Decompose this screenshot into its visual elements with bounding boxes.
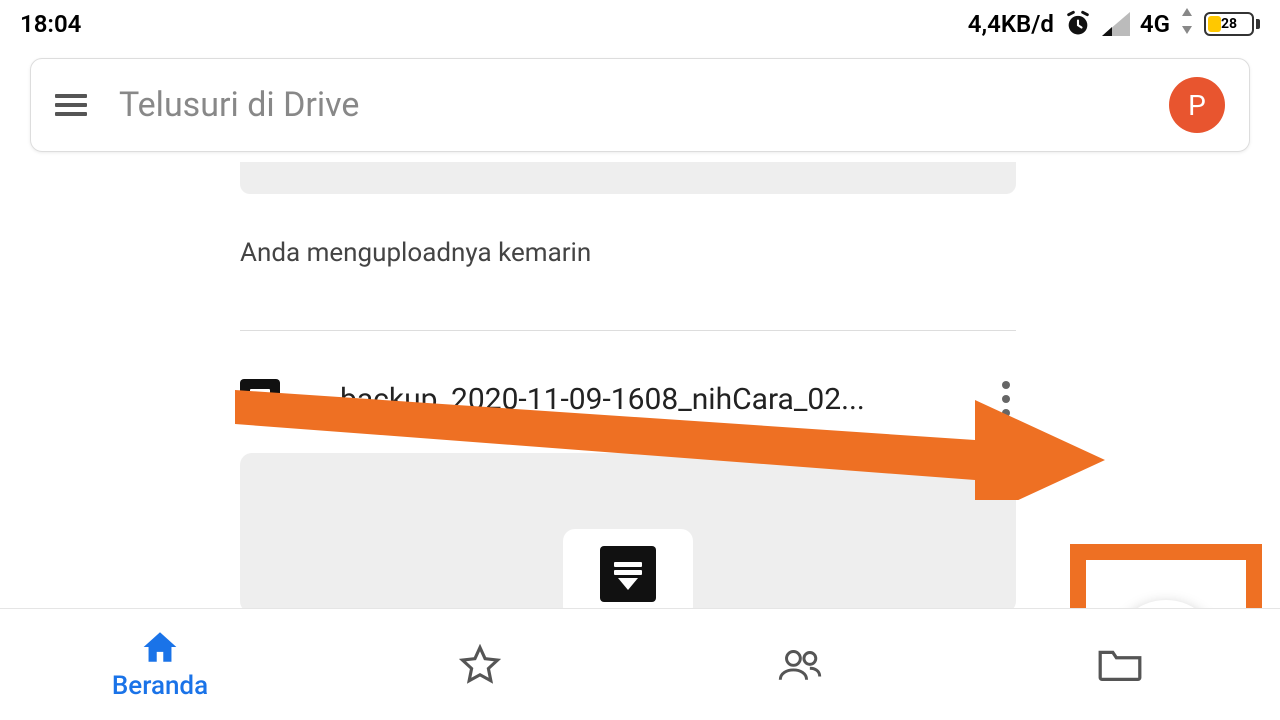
battery-indicator: 28 bbox=[1204, 12, 1260, 36]
file-type-icon bbox=[600, 546, 656, 602]
content-area: Anda menguploadnya kemarin backup_2020-1… bbox=[0, 162, 1280, 613]
home-icon bbox=[140, 629, 180, 665]
menu-icon[interactable] bbox=[55, 94, 87, 116]
nav-home-label: Beranda bbox=[112, 671, 208, 701]
file-type-icon bbox=[240, 379, 280, 419]
data-rate: 4,4KB/d bbox=[968, 10, 1054, 38]
status-bar: 18:04 4,4KB/d 4G 28 bbox=[0, 0, 1280, 48]
file-name: backup_2020-11-09-1608_nihCara_02... bbox=[340, 382, 936, 417]
status-time: 18:04 bbox=[20, 10, 81, 38]
previous-file-preview[interactable] bbox=[240, 162, 1016, 194]
star-icon bbox=[459, 644, 501, 686]
avatar[interactable]: P bbox=[1169, 77, 1225, 133]
divider bbox=[240, 330, 1016, 331]
network-type: 4G bbox=[1140, 10, 1170, 38]
signal-icon bbox=[1102, 12, 1130, 36]
preview-thumbnail bbox=[563, 529, 693, 619]
alarm-icon bbox=[1064, 10, 1092, 38]
nav-starred[interactable] bbox=[320, 609, 640, 720]
bottom-nav: Beranda bbox=[0, 608, 1280, 720]
search-placeholder[interactable]: Telusuri di Drive bbox=[119, 85, 1137, 125]
data-arrows-icon bbox=[1180, 8, 1194, 40]
nav-home[interactable]: Beranda bbox=[0, 609, 320, 720]
upload-note: Anda menguploadnya kemarin bbox=[240, 238, 1280, 268]
folder-icon bbox=[1096, 647, 1144, 683]
search-bar[interactable]: Telusuri di Drive P bbox=[30, 58, 1250, 152]
nav-shared[interactable] bbox=[640, 609, 960, 720]
file-preview-card[interactable] bbox=[240, 453, 1016, 613]
more-options-icon[interactable] bbox=[996, 375, 1016, 423]
status-right: 4,4KB/d 4G 28 bbox=[968, 8, 1260, 40]
people-icon bbox=[777, 647, 823, 683]
file-row[interactable]: backup_2020-11-09-1608_nihCara_02... bbox=[240, 375, 1016, 423]
nav-files[interactable] bbox=[960, 609, 1280, 720]
